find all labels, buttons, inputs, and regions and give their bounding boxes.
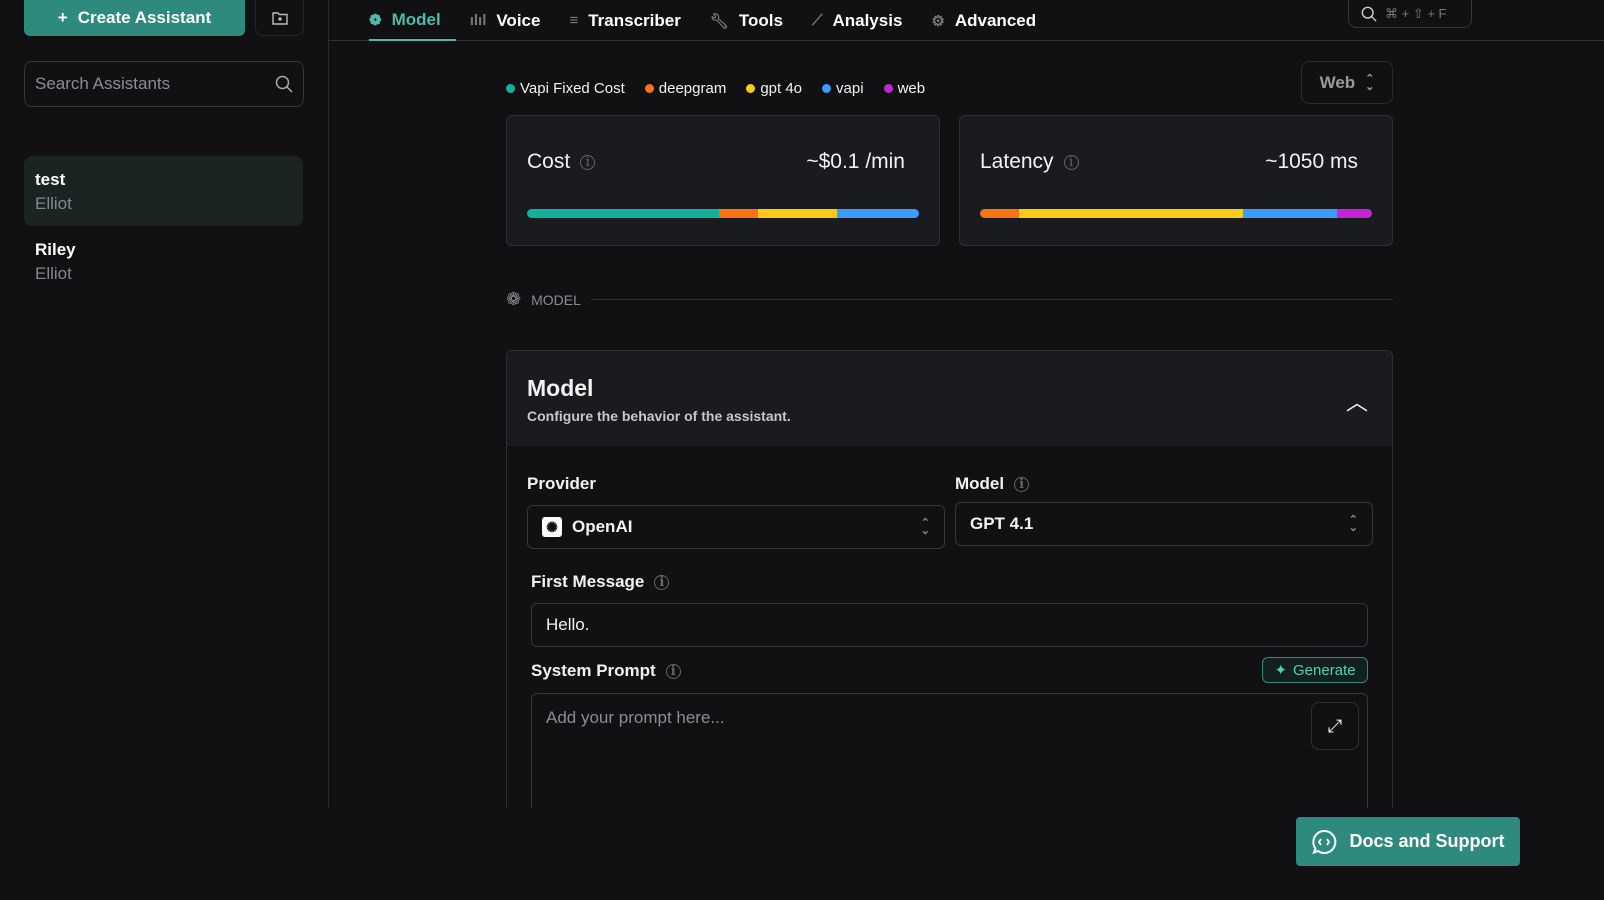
gear-icon: ⚙ xyxy=(931,12,945,30)
brain-icon: ❁ xyxy=(369,11,382,29)
info-icon[interactable]: i xyxy=(580,154,596,170)
legend-dot xyxy=(883,84,893,93)
divider xyxy=(590,299,1393,300)
legend-dot xyxy=(822,84,832,93)
search-icon xyxy=(1361,6,1377,22)
tab-tools[interactable]: 🔧︎ Tools xyxy=(710,0,798,41)
brain-icon: ❁ xyxy=(506,289,522,309)
legend-dot xyxy=(506,84,515,93)
model-panel-header[interactable]: Model Configure the behavior of the assi… xyxy=(507,351,1392,446)
tab-model[interactable]: ❁ Model xyxy=(369,0,456,41)
bar-segment xyxy=(719,209,759,218)
chevron-updown-icon: ⌃ ⌄ xyxy=(1348,514,1358,534)
legend-item: deepgram xyxy=(644,80,727,97)
folder-plus-icon xyxy=(271,11,288,25)
legend-label: gpt 4o xyxy=(760,80,803,97)
info-icon[interactable]: i xyxy=(665,663,681,679)
search-icon xyxy=(275,75,293,93)
create-assistant-button[interactable]: + Create Assistant xyxy=(24,0,245,36)
platform-select[interactable]: Web ⌃ ⌄ xyxy=(1301,61,1393,104)
lines-icon: ≡ xyxy=(569,12,579,29)
legend-item: gpt 4o xyxy=(746,80,802,97)
info-icon[interactable]: i xyxy=(1014,476,1030,492)
tab-transcriber[interactable]: ≡ Transcriber xyxy=(569,0,695,41)
bar-segment xyxy=(1019,209,1243,218)
bar-segment xyxy=(758,209,837,218)
first-message-label: First Message i xyxy=(531,572,670,592)
tab-voice[interactable]: ılıl Voice xyxy=(470,0,556,41)
search-assistants-input[interactable]: Search Assistants xyxy=(24,61,304,107)
bar-segment xyxy=(980,209,1020,218)
info-icon[interactable]: i xyxy=(654,574,670,590)
system-prompt-label: System Prompt i xyxy=(531,661,681,681)
openai-logo-icon: ✺ xyxy=(542,517,562,537)
tab-advanced[interactable]: ⚙ Advanced xyxy=(931,0,1051,41)
command-search-button[interactable]: ⌘ + ⇧ + F xyxy=(1348,0,1472,28)
system-prompt-textarea[interactable]: Add your prompt here... ⤢ xyxy=(531,693,1368,819)
assistant-item-test[interactable]: test Elliot xyxy=(24,156,303,226)
latency-card: Latency i ~1050 ms xyxy=(959,115,1393,246)
cost-breakdown-bar xyxy=(527,209,919,218)
legend-item: vapi xyxy=(822,80,864,97)
chevron-updown-icon: ⌃ ⌄ xyxy=(1365,72,1375,93)
legend-label: vapi xyxy=(836,80,864,97)
new-folder-button[interactable] xyxy=(255,0,304,36)
cost-legend: Vapi Fixed Cost deepgram gpt 4o vapi web xyxy=(506,80,925,97)
waveform-icon: ılıl xyxy=(469,12,487,29)
provider-label: Provider xyxy=(527,474,596,493)
section-divider-model: ❁ MODEL xyxy=(506,289,1393,310)
legend-label: web xyxy=(897,80,926,97)
provider-select[interactable]: ✺ OpenAI ⌃ ⌄ xyxy=(527,505,945,549)
model-panel: Model Configure the behavior of the assi… xyxy=(506,350,1393,820)
tab-analysis[interactable]: ⟋ Analysis xyxy=(812,0,917,41)
expand-button[interactable]: ⤢ xyxy=(1311,702,1359,750)
bar-segment xyxy=(1336,209,1372,218)
wrench-icon: 🔧︎ xyxy=(709,12,729,30)
bar-segment xyxy=(1242,209,1337,218)
expand-icon: ⤢ xyxy=(1327,715,1343,736)
chevron-updown-icon: ⌃ ⌄ xyxy=(920,517,930,537)
legend-dot xyxy=(644,84,654,93)
legend-label: deepgram xyxy=(658,80,727,97)
legend-label: Vapi Fixed Cost xyxy=(520,80,625,97)
sidebar: + Create Assistant Search Assistants test… xyxy=(0,0,329,808)
plus-icon: + xyxy=(57,8,68,27)
docs-and-support-button[interactable]: Docs and Support xyxy=(1296,817,1520,866)
bar-segment xyxy=(527,209,720,218)
first-message-input[interactable]: Hello. xyxy=(531,603,1368,647)
legend-dot xyxy=(746,84,756,93)
cost-card: Cost i ~$0.1 /min xyxy=(506,115,940,246)
info-icon[interactable]: i xyxy=(1063,154,1079,170)
chart-icon: ⟋ xyxy=(811,12,823,29)
model-select[interactable]: GPT 4.1 ⌃ ⌄ xyxy=(955,502,1373,546)
assistant-item-riley[interactable]: Riley Elliot xyxy=(24,226,303,296)
bar-segment xyxy=(836,209,919,218)
sparkle-icon: ✦ xyxy=(1274,662,1288,679)
chevron-up-icon[interactable]: ︿ xyxy=(1346,385,1368,417)
chat-support-icon xyxy=(1312,829,1337,854)
generate-button[interactable]: ✦ Generate xyxy=(1262,657,1368,683)
latency-breakdown-bar xyxy=(980,209,1372,218)
model-label: Model i xyxy=(955,474,1030,494)
legend-item: Vapi Fixed Cost xyxy=(506,80,625,97)
legend-item: web xyxy=(883,80,926,97)
